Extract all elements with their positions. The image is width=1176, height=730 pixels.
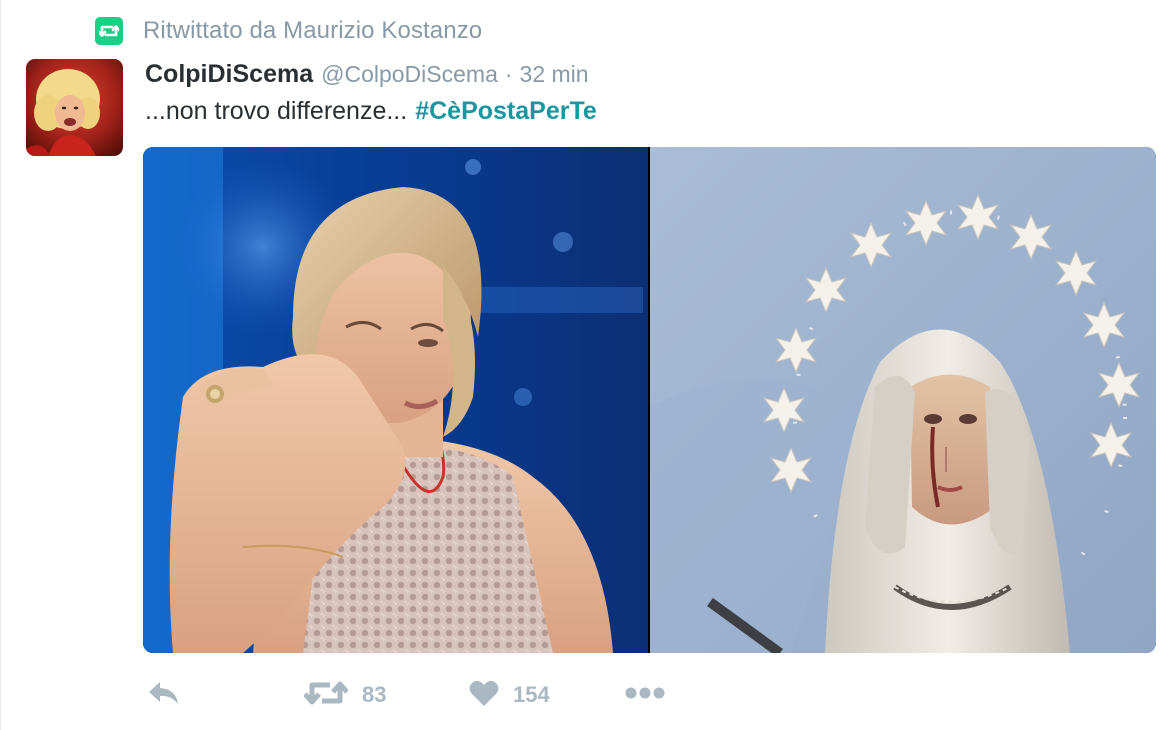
tweet-actions: 83 154 [1, 672, 1176, 718]
author-fullname[interactable]: ColpiDiScema [145, 60, 313, 89]
author-username[interactable]: @ColpoDiScema [321, 61, 498, 88]
hashtag-link[interactable]: #CèPostaPerTe [415, 97, 597, 126]
retweet-count: 83 [362, 682, 387, 707]
like-button[interactable]: 154 [469, 672, 550, 718]
header-separator: · [504, 60, 513, 87]
more-icon [625, 686, 665, 705]
reply-icon [146, 680, 180, 711]
reply-button[interactable] [146, 672, 180, 718]
retweet-context-text[interactable]: Ritwittato da Maurizio Kostanzo [143, 17, 482, 45]
retweet-button[interactable]: 83 [303, 672, 387, 718]
tweet-text: ...non trovo differenze... #CèPostaPerTe [145, 92, 597, 130]
tweet-text-body: ...non trovo differenze... [145, 96, 408, 125]
tweet-header: ColpiDiScema @ColpoDiScema · 32 min [145, 57, 589, 91]
heart-icon [469, 679, 499, 712]
like-count: 154 [513, 682, 550, 707]
right-photo[interactable] [650, 147, 1156, 653]
tweet-timestamp[interactable]: 32 min [520, 61, 589, 88]
media-container [143, 147, 1156, 653]
tweet[interactable]: Ritwittato da Maurizio Kostanzo ColpiDiS… [0, 0, 1176, 730]
retweet-icon [95, 17, 123, 45]
left-photo[interactable] [143, 147, 648, 653]
avatar[interactable] [26, 59, 123, 156]
more-button[interactable] [625, 672, 665, 718]
retweet-icon [303, 679, 349, 712]
retweet-context: Ritwittato da Maurizio Kostanzo [95, 14, 482, 48]
